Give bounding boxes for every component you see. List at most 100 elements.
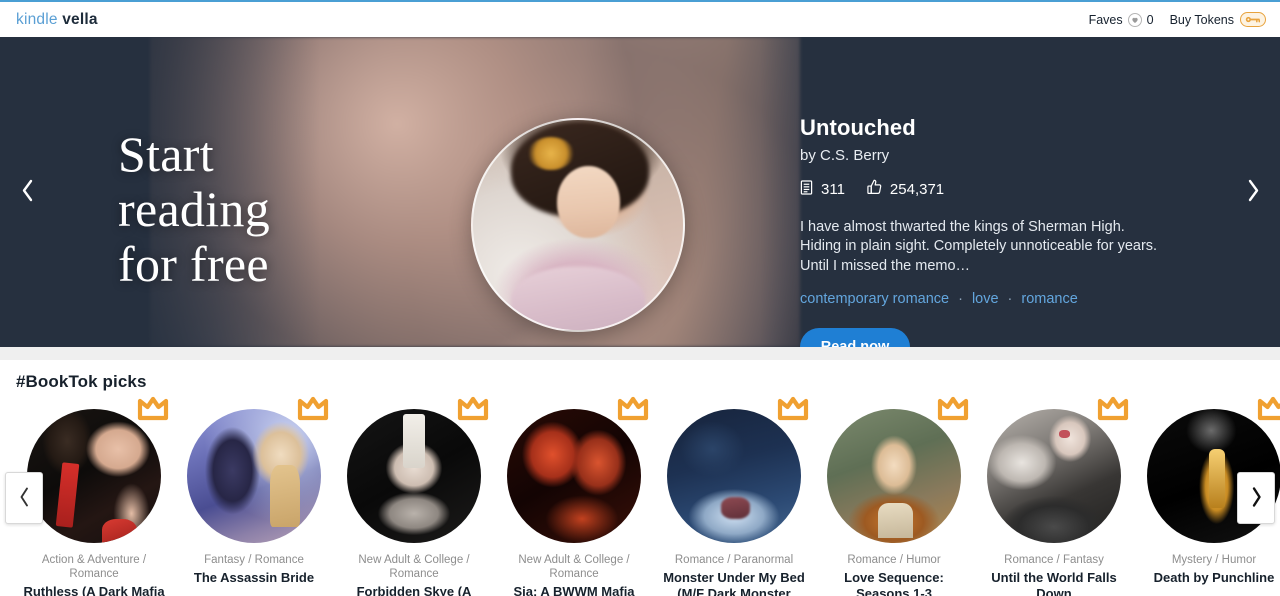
hero-carousel: Start reading for free Untouched by C.S.… [0, 37, 1280, 347]
card-genre: Mystery / Humor [1171, 554, 1257, 566]
faves-button[interactable]: Faves 0 [1088, 12, 1154, 27]
hero-headline-line-2: reading [118, 181, 271, 237]
crown-badge-icon [931, 392, 975, 428]
crown-badge-icon [1091, 392, 1135, 428]
card-genre: Romance / Humor [847, 554, 941, 566]
booktok-card-list: Action & Adventure / Romance Ruthless (A… [0, 396, 1280, 596]
top-navigation-bar: kindle vella Faves 0 Buy Tokens [0, 0, 1280, 37]
cover-wrapper [827, 396, 969, 543]
list-item[interactable]: New Adult & College / Romance Forbidden … [334, 396, 494, 596]
carousel-next-button[interactable] [1237, 472, 1275, 524]
list-item[interactable]: Fantasy / Romance The Assassin Bride [174, 396, 334, 596]
book-cover-image[interactable] [827, 409, 961, 543]
tag-separator-0: · [958, 291, 963, 308]
book-cover-image[interactable] [347, 409, 481, 543]
hero-tag-1[interactable]: love [972, 291, 999, 307]
hero-tag-2[interactable]: romance [1021, 291, 1077, 307]
hero-story-title[interactable]: Untouched [800, 115, 1200, 141]
card-title[interactable]: Until the World Falls Down [974, 570, 1134, 596]
episodes-icon [800, 179, 813, 199]
chevron-left-icon [18, 486, 31, 511]
book-cover-image[interactable] [187, 409, 321, 543]
hero-headline-line-1: Start [118, 126, 214, 182]
heart-icon [1127, 12, 1142, 27]
cover-accent-shawl [270, 465, 300, 527]
portrait-headpiece-shape [527, 136, 574, 171]
list-item[interactable]: Romance / Humor Love Sequence: Seasons 1… [814, 396, 974, 596]
card-title[interactable]: Monster Under My Bed (M/F Dark Monster [654, 570, 814, 596]
chevron-left-icon [20, 178, 35, 206]
card-genre: Romance / Paranormal [674, 554, 794, 566]
hero-headline-line-3: for free [118, 236, 269, 292]
cover-wrapper [507, 396, 649, 543]
carousel-prev-button[interactable] [5, 472, 43, 524]
logo-kindle-text: kindle [16, 10, 58, 28]
cover-wrapper [187, 396, 329, 543]
card-title[interactable]: The Assassin Bride [174, 570, 334, 586]
key-icon [1240, 12, 1266, 27]
crown-badge-icon [291, 392, 335, 428]
list-item[interactable]: Romance / Fantasy Until the World Falls … [974, 396, 1134, 596]
cover-accent-overalls [877, 502, 913, 538]
faves-count: 0 [1146, 12, 1154, 27]
cover-accent-lips [1059, 430, 1071, 439]
cover-accent-figure [720, 497, 751, 519]
hero-story-info: Untouched by C.S. Berry 311 254,371 I ha… [800, 115, 1200, 347]
card-title[interactable]: Sia: A BWWM Mafia Anastasia Retelling [494, 584, 654, 596]
thumbs-up-stat: 254,371 [867, 179, 944, 199]
cover-accent-microphone [1208, 449, 1225, 509]
book-cover-image[interactable] [987, 409, 1121, 543]
booktok-picks-section: #BookTok picks Action & Adventure / Roma… [0, 360, 1280, 596]
card-title[interactable]: Ruthless (A Dark Mafia Romance) [14, 584, 174, 596]
logo-vella-text: vella [62, 10, 98, 28]
portrait-dress-shape [510, 267, 646, 330]
read-now-button[interactable]: Read now [800, 328, 910, 347]
thumbs-up-count: 254,371 [889, 180, 945, 198]
card-title[interactable]: Forbidden Skye (A Brother's Best Friend [334, 584, 494, 596]
card-title[interactable]: Love Sequence: Seasons 1-3 [814, 570, 974, 596]
cover-accent-fabric [102, 518, 137, 543]
crown-badge-icon [611, 392, 655, 428]
hero-prev-button[interactable] [10, 171, 44, 213]
top-bar-actions: Faves 0 Buy Tokens [1089, 12, 1266, 27]
buy-tokens-button[interactable]: Buy Tokens [1170, 12, 1266, 27]
card-genre: Fantasy / Romance [204, 554, 304, 566]
book-cover-image[interactable] [667, 409, 801, 543]
cover-wrapper [27, 396, 169, 543]
thumbs-up-icon [867, 179, 882, 199]
chevron-right-icon [1246, 178, 1261, 206]
card-genre: Romance / Fantasy [1004, 554, 1104, 566]
kindle-vella-logo[interactable]: kindle vella [16, 11, 98, 29]
card-genre: New Adult & College / Romance [518, 554, 630, 580]
crown-badge-icon [1251, 392, 1280, 428]
card-genre: Action & Adventure / Romance [41, 554, 147, 580]
hero-story-description: I have almost thwarted the kings of Sher… [800, 219, 1158, 274]
hero-next-button[interactable] [1236, 171, 1270, 213]
hero-story-tags: contemporary romance · love · romance [800, 291, 1200, 307]
hero-story-author: by C.S. Berry [800, 147, 890, 164]
list-item[interactable]: Romance / Paranormal Monster Under My Be… [654, 396, 814, 596]
cover-wrapper [987, 396, 1129, 543]
episode-count: 311 [821, 180, 845, 198]
faves-label: Faves [1088, 12, 1123, 27]
hero-cover-portrait[interactable] [471, 118, 685, 332]
card-title[interactable]: Death by Punchline [1134, 570, 1280, 586]
cover-wrapper [667, 396, 809, 543]
book-cover-image[interactable] [27, 409, 161, 543]
crown-badge-icon [131, 392, 175, 428]
list-item[interactable]: New Adult & College / Romance Sia: A BWW… [494, 396, 654, 596]
crown-badge-icon [451, 392, 495, 428]
tag-separator-1: · [1007, 291, 1013, 308]
cover-accent-tie [55, 461, 80, 528]
cover-accent-shirt [403, 414, 425, 468]
buy-tokens-label: Buy Tokens [1169, 12, 1234, 27]
section-title: #BookTok picks [16, 372, 147, 391]
hero-tag-0[interactable]: contemporary romance [800, 291, 949, 307]
book-cover-image[interactable] [507, 409, 641, 543]
crown-badge-icon [771, 392, 815, 428]
cover-wrapper [347, 396, 489, 543]
chevron-right-icon [1250, 486, 1263, 511]
hero-stats: 311 254,371 [800, 179, 1200, 199]
hero-headline: Start reading for free [118, 127, 270, 292]
episode-count-stat: 311 [800, 179, 845, 199]
